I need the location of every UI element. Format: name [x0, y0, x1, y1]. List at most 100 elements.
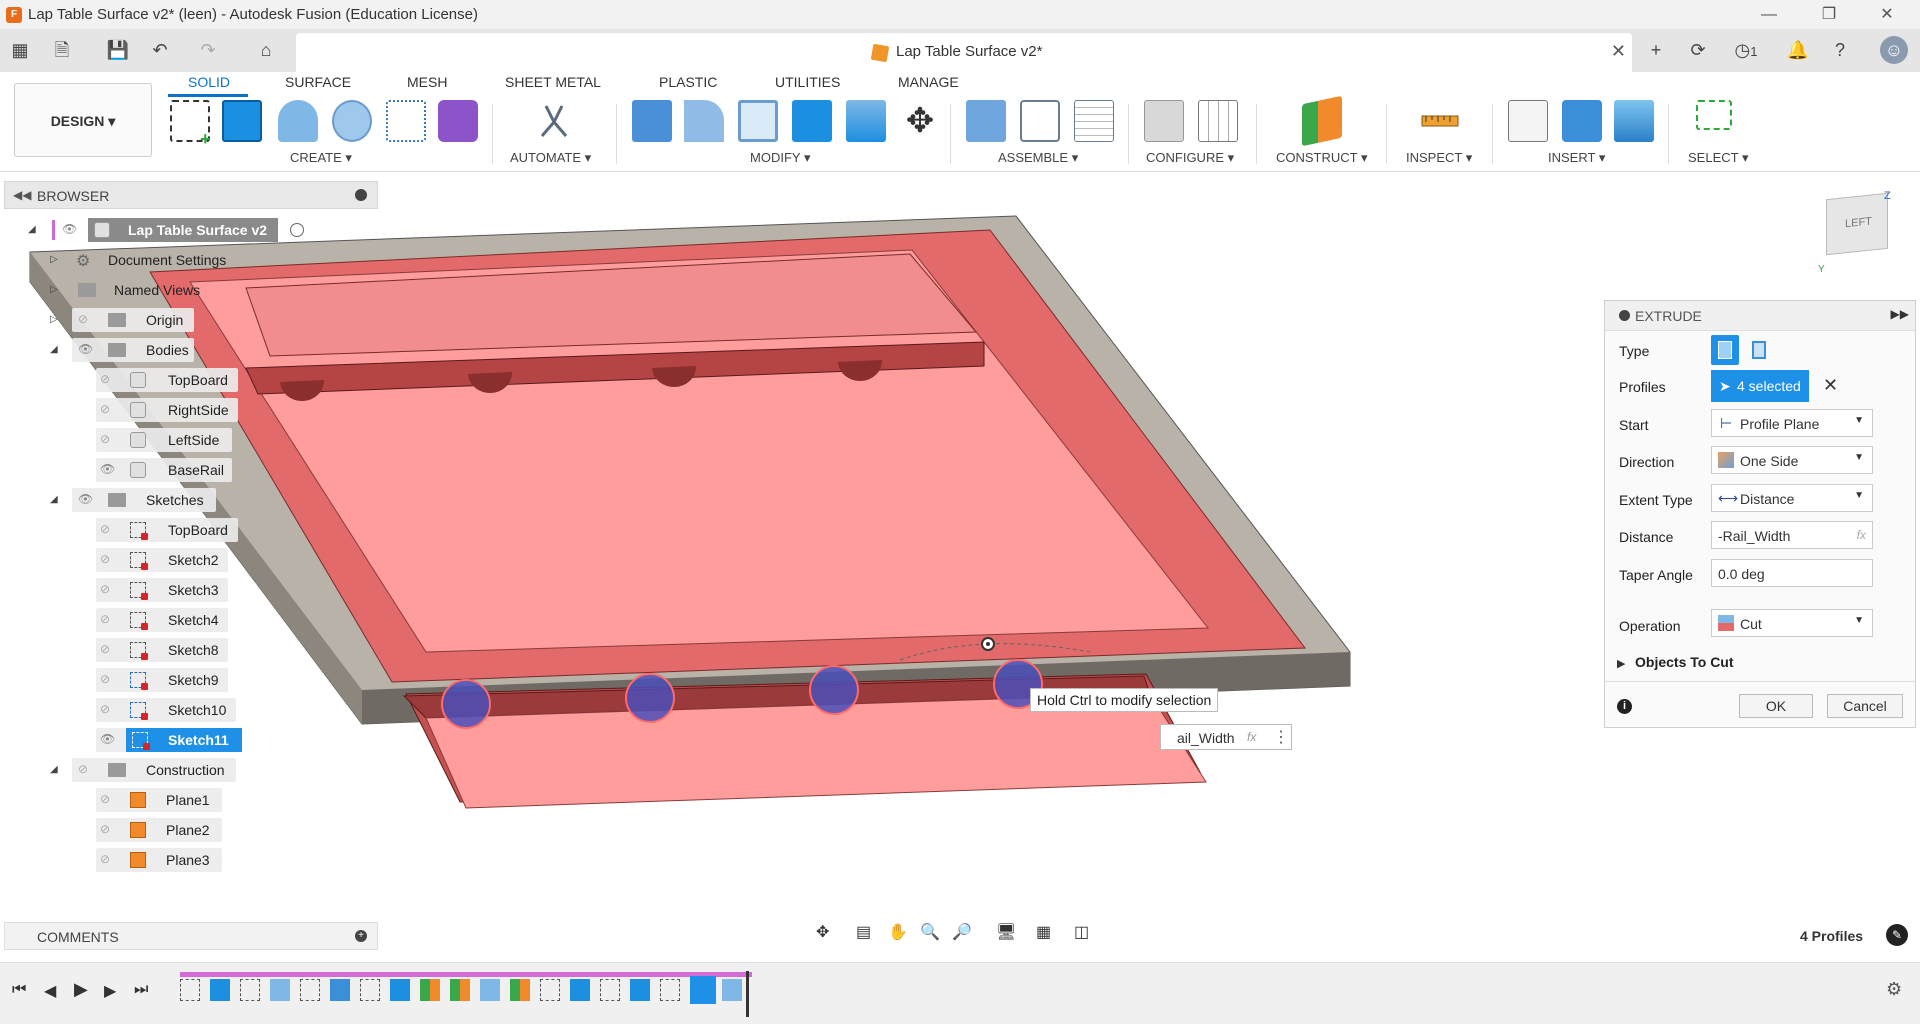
configure-group-label[interactable]: CONFIGURE ▾: [1146, 150, 1234, 166]
insert-canvas-icon[interactable]: [1614, 100, 1654, 142]
close-window-icon[interactable]: ✕: [1864, 2, 1910, 28]
inline-menu-icon[interactable]: ⋮: [1273, 727, 1289, 747]
feedback-icon[interactable]: ✎: [1886, 924, 1908, 946]
timeline-split-icon[interactable]: [480, 979, 500, 1001]
taper-angle-input[interactable]: 0.0 deg: [1711, 559, 1873, 587]
timeline-marker[interactable]: [746, 971, 749, 1017]
timeline-sketch-icon[interactable]: [240, 979, 260, 1001]
pan-icon[interactable]: ✋: [888, 922, 908, 942]
profiles-selection-button[interactable]: ➤ 4 selected: [1711, 370, 1809, 402]
hidden-eye-icon[interactable]: ⊘: [78, 313, 94, 325]
tab-utilities[interactable]: UTILITIES: [775, 74, 840, 90]
minimize-icon[interactable]: —: [1746, 2, 1792, 28]
tab-solid[interactable]: SOLID: [188, 74, 230, 90]
start-dropdown[interactable]: ⊢ Profile Plane ▼: [1711, 409, 1873, 437]
user-avatar[interactable]: ☺: [1880, 36, 1908, 64]
operation-dropdown[interactable]: Cut ▼: [1711, 609, 1873, 637]
apps-grid-icon[interactable]: ▦: [6, 36, 34, 64]
browser-item-sketch[interactable]: ⊘ TopBoard: [4, 518, 244, 542]
browser-item-plane[interactable]: ⊘ Plane3: [4, 848, 244, 872]
timeline-plane-icon[interactable]: [450, 979, 470, 1001]
tab-mesh[interactable]: MESH: [407, 74, 447, 90]
timeline-sketch-icon[interactable]: [180, 979, 200, 1001]
timeline-settings-gear-icon[interactable]: ⚙: [1886, 979, 1902, 1000]
new-component-icon[interactable]: [966, 100, 1006, 142]
selected-profile[interactable]: [809, 665, 859, 715]
step-forward-icon[interactable]: ▶: [104, 981, 116, 1001]
browser-item-body[interactable]: ⊘ TopBoard: [4, 368, 244, 392]
timeline-sketch-icon[interactable]: [540, 979, 560, 1001]
browser-item-sketch[interactable]: ⊘ Sketch3: [4, 578, 244, 602]
hidden-eye-icon[interactable]: ⊘: [100, 793, 116, 805]
hidden-eye-icon[interactable]: ⊘: [100, 553, 116, 565]
type-solid-button[interactable]: [1711, 335, 1739, 365]
insert-mcmaster-icon[interactable]: [1562, 100, 1602, 142]
tab-surface[interactable]: SURFACE: [285, 74, 351, 90]
visibility-eye-icon[interactable]: 👁: [78, 493, 94, 505]
go-to-start-icon[interactable]: ⏮: [12, 981, 26, 999]
browser-item-named-views[interactable]: ▷ Named Views: [4, 278, 244, 302]
browser-item-sketch[interactable]: ⊘ Sketch8: [4, 638, 244, 662]
step-back-icon[interactable]: ◀: [44, 981, 56, 1001]
automate-group-label[interactable]: AUTOMATE ▾: [510, 150, 591, 166]
visibility-eye-icon[interactable]: 👁: [78, 343, 94, 355]
document-tab[interactable]: Lap Table Surface v2* ✕: [296, 33, 1632, 72]
workspace-switcher[interactable]: DESIGN ▾: [14, 83, 152, 157]
job-status-icon[interactable]: ◷1: [1726, 36, 1766, 64]
browser-item-origin[interactable]: ▷ ⊘ Origin: [4, 308, 204, 332]
shell-icon[interactable]: [738, 100, 778, 142]
timeline-extrude-icon[interactable]: [630, 979, 650, 1001]
tab-plastic[interactable]: PLASTIC: [659, 74, 717, 90]
hidden-eye-icon[interactable]: ⊘: [100, 643, 116, 655]
timeline-extrude-icon[interactable]: [330, 979, 350, 1001]
browser-item-sketches[interactable]: ◢ 👁 Sketches: [4, 488, 224, 512]
hidden-eye-icon[interactable]: ⊘: [100, 703, 116, 715]
timeline-sketch-icon[interactable]: [660, 979, 680, 1001]
hidden-eye-icon[interactable]: ⊘: [100, 613, 116, 625]
timeline-sketch-icon[interactable]: [360, 979, 380, 1001]
assemble-group-label[interactable]: ASSEMBLE ▾: [998, 150, 1078, 166]
form-icon[interactable]: [438, 100, 478, 142]
collapse-triangle-icon[interactable]: ◢: [50, 764, 58, 775]
timeline-plane-icon[interactable]: [510, 979, 530, 1001]
fillet-icon[interactable]: [684, 100, 724, 142]
inline-fx-icon[interactable]: fx: [1247, 730, 1256, 744]
pattern-icon[interactable]: [386, 100, 426, 142]
collapse-dialog-icon[interactable]: [1619, 310, 1630, 321]
browser-minimize-icon[interactable]: [355, 189, 367, 201]
close-tab-icon[interactable]: ✕: [1611, 41, 1626, 62]
hidden-eye-icon[interactable]: ⊘: [100, 433, 116, 445]
viewports-icon[interactable]: ◫: [1074, 922, 1089, 942]
inline-distance-input[interactable]: ail_Width fx ⋮: [1160, 724, 1292, 750]
notifications-icon[interactable]: 🔔: [1784, 36, 1812, 64]
press-pull-icon[interactable]: [632, 100, 672, 142]
objects-to-cut-section[interactable]: Objects To Cut: [1635, 654, 1734, 670]
browser-item-bodies[interactable]: ◢ 👁 Bodies: [4, 338, 204, 362]
select-group-label[interactable]: SELECT ▾: [1688, 150, 1748, 166]
extensions-icon[interactable]: ⟳: [1684, 36, 1712, 64]
hidden-eye-icon[interactable]: ⊘: [100, 673, 116, 685]
expand-triangle-icon[interactable]: ▷: [50, 254, 58, 265]
browser-item-body[interactable]: ⊘ RightSide: [4, 398, 244, 422]
ok-button[interactable]: OK: [1739, 694, 1813, 718]
measure-icon[interactable]: [1420, 100, 1460, 142]
timeline-extrude-icon[interactable]: [390, 979, 410, 1001]
configure-icon[interactable]: [1144, 100, 1184, 142]
split-body-icon[interactable]: [846, 100, 886, 142]
look-at-icon[interactable]: ▤: [856, 922, 871, 942]
timeline-active-sketch-icon[interactable]: [690, 976, 716, 1004]
restore-icon[interactable]: ❐: [1806, 2, 1852, 28]
redo-icon[interactable]: ↷: [194, 36, 222, 64]
zoom-icon[interactable]: 🔍: [920, 922, 940, 942]
play-icon[interactable]: ▶: [74, 979, 88, 1000]
expand-triangle-icon[interactable]: ▷: [50, 314, 58, 325]
expand-triangle-icon[interactable]: ▷: [50, 284, 58, 295]
type-thin-button[interactable]: [1745, 335, 1773, 365]
collapse-browser-icon[interactable]: ◀◀: [13, 188, 31, 202]
hidden-eye-icon[interactable]: ⊘: [100, 583, 116, 595]
insert-group-label[interactable]: INSERT ▾: [1548, 150, 1605, 166]
browser-item-document-settings[interactable]: ▷ ⚙ Document Settings: [4, 248, 244, 272]
visibility-eye-icon[interactable]: 👁: [100, 463, 116, 475]
hidden-eye-icon[interactable]: ⊘: [100, 403, 116, 415]
undo-icon[interactable]: ↶: [146, 36, 174, 64]
